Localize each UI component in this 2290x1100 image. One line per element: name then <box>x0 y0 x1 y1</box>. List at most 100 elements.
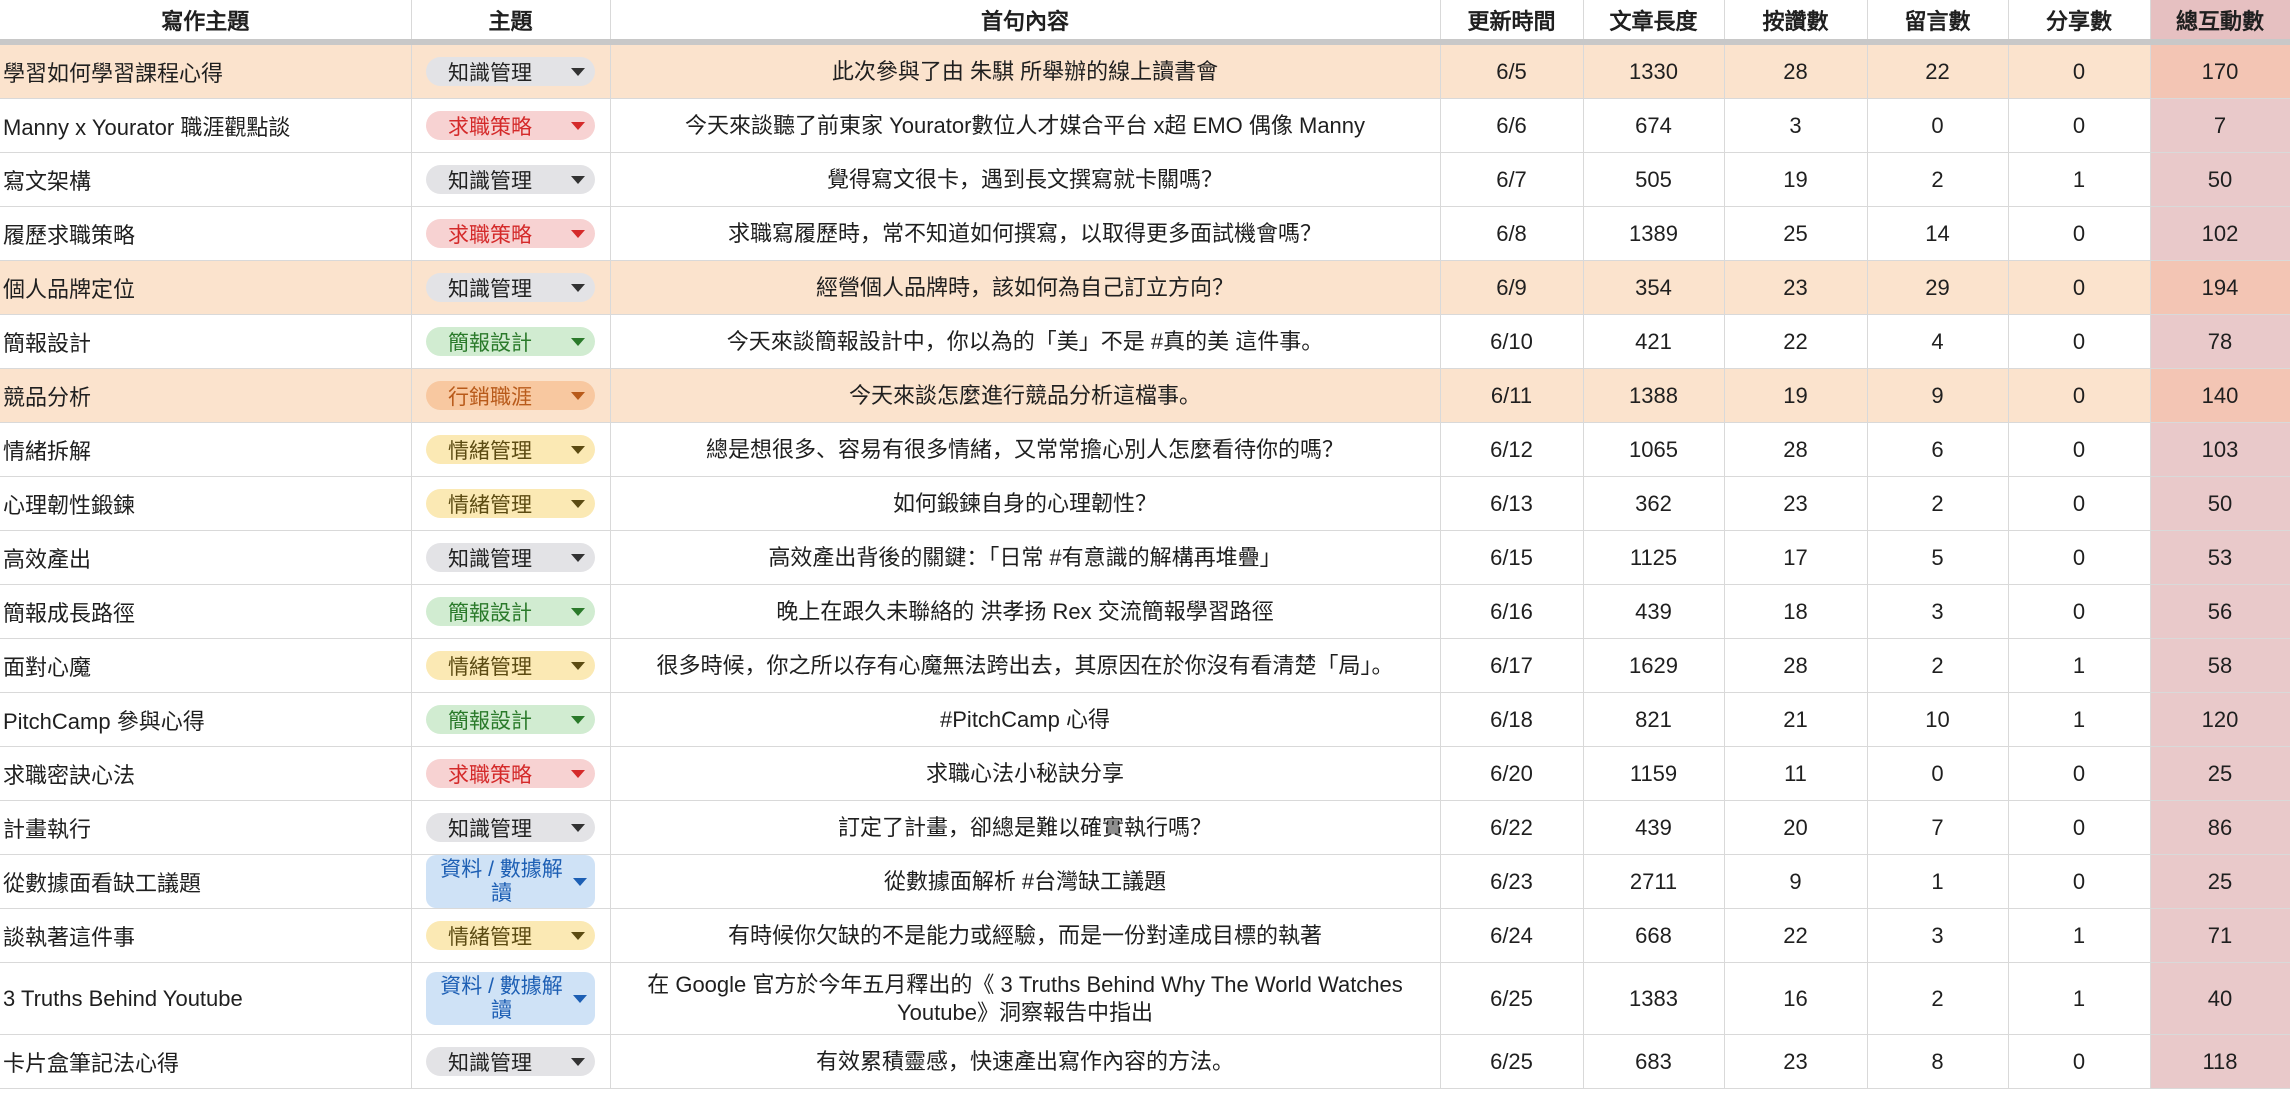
cell-likes[interactable]: 25 <box>1724 206 1868 261</box>
category-dropdown-chip[interactable]: 知識管理 <box>426 1047 595 1076</box>
cell-total[interactable]: 58 <box>2150 638 2290 693</box>
cell-length[interactable]: 1125 <box>1583 530 1725 585</box>
cell-shares[interactable]: 1 <box>2008 908 2151 963</box>
cell-category[interactable]: 求職策略 <box>411 746 611 801</box>
cell-shares[interactable]: 0 <box>2008 368 2151 423</box>
cell-topic[interactable]: 心理韌性鍛鍊 <box>0 476 412 531</box>
cell-total[interactable]: 140 <box>2150 368 2290 423</box>
category-dropdown-chip[interactable]: 知識管理 <box>426 57 595 86</box>
cell-length[interactable]: 1383 <box>1583 962 1725 1035</box>
cell-total[interactable]: 53 <box>2150 530 2290 585</box>
cell-length[interactable]: 668 <box>1583 908 1725 963</box>
cell-likes[interactable]: 20 <box>1724 800 1868 855</box>
dropdown-arrow-icon[interactable] <box>571 1057 585 1066</box>
cell-topic[interactable]: 從數據面看缺工議題 <box>0 854 412 909</box>
cell-length[interactable]: 1159 <box>1583 746 1725 801</box>
cell-total[interactable]: 86 <box>2150 800 2290 855</box>
cell-comments[interactable]: 2 <box>1867 962 2009 1035</box>
cell-category[interactable]: 知識管理 <box>411 530 611 585</box>
cell-category[interactable]: 求職策略 <box>411 206 611 261</box>
cell-updated[interactable]: 6/6 <box>1440 98 1584 153</box>
cell-updated[interactable]: 6/8 <box>1440 206 1584 261</box>
cell-shares[interactable]: 1 <box>2008 692 2151 747</box>
cell-topic[interactable]: 面對心魔 <box>0 638 412 693</box>
cell-updated[interactable]: 6/15 <box>1440 530 1584 585</box>
category-dropdown-chip[interactable]: 知識管理 <box>426 165 595 194</box>
category-dropdown-chip[interactable]: 知識管理 <box>426 813 595 842</box>
cell-topic[interactable]: 卡片盒筆記法心得 <box>0 1034 412 1089</box>
cell-updated[interactable]: 6/12 <box>1440 422 1584 477</box>
cell-category[interactable]: 知識管理 <box>411 260 611 315</box>
cell-shares[interactable]: 0 <box>2008 260 2151 315</box>
cell-first-sentence[interactable]: 在 Google 官方於今年五月釋出的《 3 Truths Behind Why… <box>610 962 1441 1035</box>
dropdown-arrow-icon[interactable] <box>571 769 585 778</box>
cell-length[interactable]: 683 <box>1583 1034 1725 1089</box>
cell-total[interactable]: 102 <box>2150 206 2290 261</box>
cell-updated[interactable]: 6/24 <box>1440 908 1584 963</box>
dropdown-arrow-icon[interactable] <box>571 445 585 454</box>
cell-likes[interactable]: 22 <box>1724 908 1868 963</box>
cell-category[interactable]: 行銷職涯 <box>411 368 611 423</box>
dropdown-arrow-icon[interactable] <box>573 994 587 1003</box>
category-dropdown-chip[interactable]: 知識管理 <box>426 543 595 572</box>
cell-length[interactable]: 2711 <box>1583 854 1725 909</box>
cell-updated[interactable]: 6/20 <box>1440 746 1584 801</box>
dropdown-arrow-icon[interactable] <box>571 661 585 670</box>
cell-total[interactable]: 120 <box>2150 692 2290 747</box>
cell-topic[interactable]: PitchCamp 參與心得 <box>0 692 412 747</box>
dropdown-arrow-icon[interactable] <box>571 931 585 940</box>
category-dropdown-chip[interactable]: 情緒管理 <box>426 921 595 950</box>
cell-updated[interactable]: 6/25 <box>1440 1034 1584 1089</box>
cell-comments[interactable]: 2 <box>1867 638 2009 693</box>
cell-first-sentence[interactable]: #PitchCamp 心得 <box>610 692 1441 747</box>
cell-category[interactable]: 知識管理 <box>411 800 611 855</box>
cell-comments[interactable]: 22 <box>1867 42 2009 99</box>
cell-total[interactable]: 40 <box>2150 962 2290 1035</box>
cell-category[interactable]: 情緒管理 <box>411 908 611 963</box>
cell-topic[interactable]: 3 Truths Behind Youtube <box>0 962 412 1035</box>
cell-category[interactable]: 情緒管理 <box>411 476 611 531</box>
cell-category[interactable]: 資料 / 數據解讀 <box>411 962 611 1035</box>
cell-category[interactable]: 簡報設計 <box>411 692 611 747</box>
cell-first-sentence[interactable]: 經營個人品牌時，該如何為自己訂立方向？ <box>610 260 1441 315</box>
cell-likes[interactable]: 21 <box>1724 692 1868 747</box>
header-first-sentence[interactable]: 首句內容 <box>610 0 1441 45</box>
cell-shares[interactable]: 1 <box>2008 962 2151 1035</box>
cell-updated[interactable]: 6/13 <box>1440 476 1584 531</box>
category-dropdown-chip[interactable]: 簡報設計 <box>426 327 595 356</box>
cell-topic[interactable]: 求職密訣心法 <box>0 746 412 801</box>
cell-comments[interactable]: 9 <box>1867 368 2009 423</box>
dropdown-arrow-icon[interactable] <box>571 391 585 400</box>
header-category[interactable]: 主題 <box>411 0 611 45</box>
cell-length[interactable]: 354 <box>1583 260 1725 315</box>
cell-likes[interactable]: 28 <box>1724 42 1868 99</box>
cell-category[interactable]: 知識管理 <box>411 1034 611 1089</box>
cell-updated[interactable]: 6/5 <box>1440 42 1584 99</box>
cell-total[interactable]: 50 <box>2150 152 2290 207</box>
cell-length[interactable]: 1330 <box>1583 42 1725 99</box>
cell-shares[interactable]: 0 <box>2008 42 2151 99</box>
header-length[interactable]: 文章長度 <box>1583 0 1725 45</box>
cell-category[interactable]: 情緒管理 <box>411 422 611 477</box>
category-dropdown-chip[interactable]: 資料 / 數據解讀 <box>426 972 595 1025</box>
cell-updated[interactable]: 6/16 <box>1440 584 1584 639</box>
cell-length[interactable]: 1388 <box>1583 368 1725 423</box>
cell-first-sentence[interactable]: 此次參與了由 朱騏 所舉辦的線上讀書會 <box>610 42 1441 99</box>
cell-category[interactable]: 知識管理 <box>411 152 611 207</box>
cell-topic[interactable]: 個人品牌定位 <box>0 260 412 315</box>
cell-first-sentence[interactable]: 求職寫履歷時，常不知道如何撰寫，以取得更多面試機會嗎？ <box>610 206 1441 261</box>
cell-first-sentence[interactable]: 今天來談簡報設計中，你以為的「美」不是 #真的美 這件事。 <box>610 314 1441 369</box>
header-shares[interactable]: 分享數 <box>2008 0 2151 45</box>
cell-topic[interactable]: 學習如何學習課程心得 <box>0 42 412 99</box>
cell-length[interactable]: 505 <box>1583 152 1725 207</box>
category-dropdown-chip[interactable]: 求職策略 <box>426 111 595 140</box>
category-dropdown-chip[interactable]: 簡報設計 <box>426 705 595 734</box>
dropdown-arrow-icon[interactable] <box>571 283 585 292</box>
cell-likes[interactable]: 28 <box>1724 638 1868 693</box>
cell-first-sentence[interactable]: 很多時候，你之所以存有心魔無法跨出去，其原因在於你沒有看清楚「局」。 <box>610 638 1441 693</box>
cell-first-sentence[interactable]: 總是想很多、容易有很多情緒，又常常擔心別人怎麼看待你的嗎？ <box>610 422 1441 477</box>
cell-topic[interactable]: 高效產出 <box>0 530 412 585</box>
cell-total[interactable]: 170 <box>2150 42 2290 99</box>
cell-first-sentence[interactable]: 晚上在跟久未聯絡的 洪孝扬 Rex 交流簡報學習路徑 <box>610 584 1441 639</box>
cell-updated[interactable]: 6/11 <box>1440 368 1584 423</box>
